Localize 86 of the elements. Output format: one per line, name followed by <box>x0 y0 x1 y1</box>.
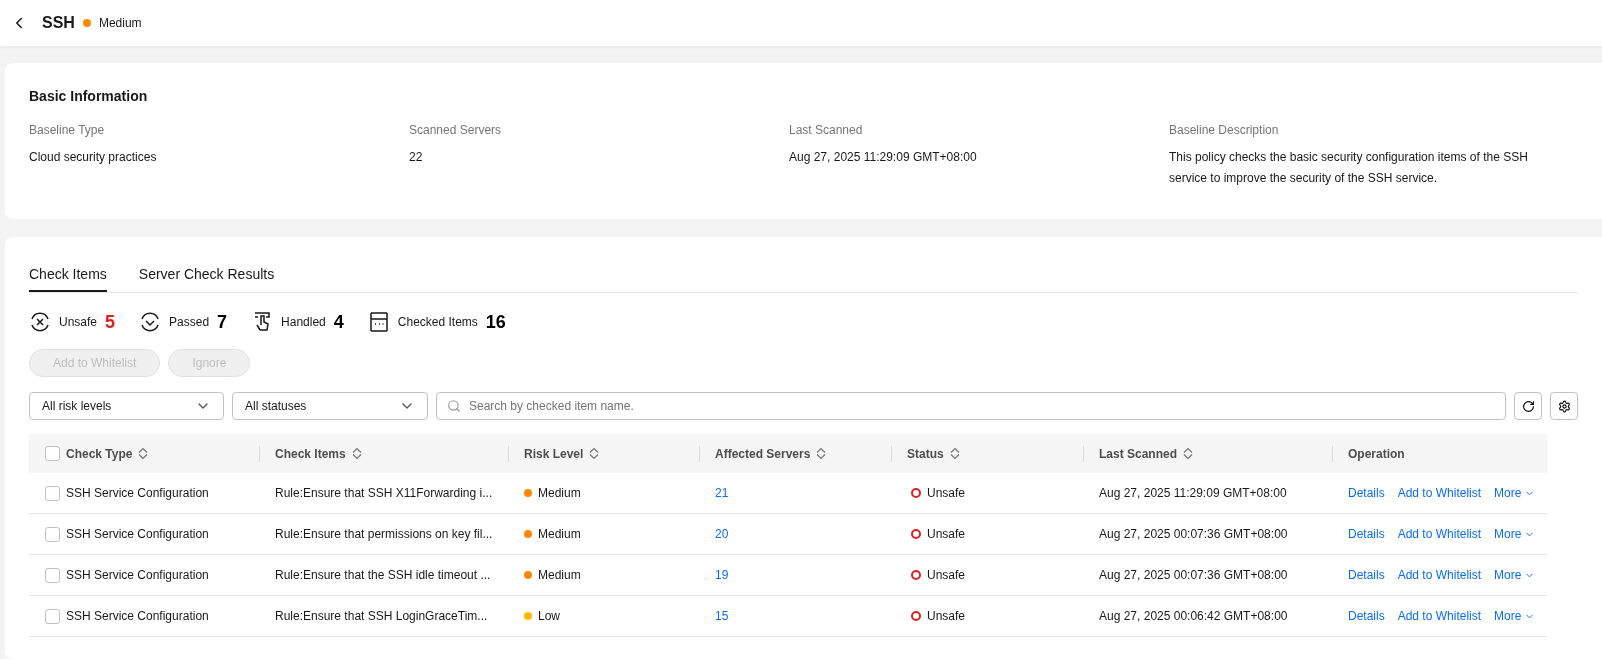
operation-link[interactable]: More <box>1494 609 1536 623</box>
operation-link[interactable]: Add to Whitelist <box>1397 486 1482 500</box>
affected-servers-link[interactable]: 21 <box>715 486 729 500</box>
stat-count: 5 <box>105 311 116 333</box>
operation-link[interactable]: More <box>1494 568 1536 582</box>
field-label: Baseline Description <box>1169 123 1280 137</box>
check-type: SSH Service Configuration <box>66 609 209 623</box>
sort-icon[interactable] <box>138 447 149 460</box>
column-title: Status <box>907 446 944 461</box>
stat-label: Handled <box>281 315 326 329</box>
list-frame-icon <box>367 311 390 333</box>
settings-button[interactable] <box>1550 392 1578 420</box>
affected-servers-link[interactable]: 19 <box>715 568 729 582</box>
operation-link[interactable]: More <box>1494 486 1536 500</box>
sort-icon[interactable] <box>949 447 960 460</box>
field-value: 22 <box>409 149 424 166</box>
circle-x-icon <box>29 311 51 333</box>
field-label: Baseline Type <box>29 123 106 137</box>
tab[interactable]: Check Items <box>29 266 107 292</box>
status-label: Unsafe <box>927 527 966 541</box>
table-cell: Aug 27, 2025 11:29:09 GMT+08:00 <box>1083 473 1332 514</box>
field-value: Cloud security practices <box>29 149 158 166</box>
sort-icon[interactable] <box>351 447 362 460</box>
row-checkbox[interactable] <box>45 567 60 583</box>
operation-link[interactable]: Add to Whitelist <box>1397 527 1482 541</box>
status-label: Unsafe <box>927 609 966 623</box>
settings-icon <box>1557 399 1571 413</box>
field-label: Last Scanned <box>789 123 864 137</box>
check-type: SSH Service Configuration <box>66 527 209 541</box>
table-cell: Rule:Ensure that SSH X11Forwarding i... <box>259 473 508 514</box>
risk-label: Medium <box>538 486 581 500</box>
operation-link[interactable]: Add to Whitelist <box>1397 568 1482 582</box>
field-value: Aug 27, 2025 11:29:09 GMT+08:00 <box>789 149 978 166</box>
column-title: Affected Servers <box>715 446 811 461</box>
field-label: Scanned Servers <box>409 123 503 137</box>
table-cell: Aug 27, 2025 00:06:42 GMT+08:00 <box>1083 596 1332 637</box>
page-title: SSH <box>42 14 75 32</box>
search-field[interactable]: Search by checked item name. <box>436 392 1506 420</box>
stat-count: 16 <box>485 311 506 333</box>
filter-select[interactable]: All risk levels <box>29 392 224 420</box>
affected-servers-link[interactable]: 15 <box>715 609 729 623</box>
affected-servers-link[interactable]: 20 <box>715 527 729 541</box>
stat-count: 7 <box>217 311 228 333</box>
table-cell: Aug 27, 2025 00:07:36 GMT+08:00 <box>1083 514 1332 555</box>
column-title: Risk Level <box>524 446 584 461</box>
sort-icon[interactable] <box>816 447 827 460</box>
row-checkbox[interactable] <box>45 608 60 624</box>
table-cell: Aug 27, 2025 00:07:36 GMT+08:00 <box>1083 555 1332 596</box>
risk-label: Medium <box>538 527 581 541</box>
sort-icon[interactable] <box>1183 447 1194 460</box>
operation-link[interactable]: Details <box>1348 568 1385 582</box>
operation-link[interactable]: Details <box>1348 486 1385 500</box>
tab[interactable]: Server Check Results <box>138 266 275 292</box>
column-title: Last Scanned <box>1099 446 1178 461</box>
check-type: SSH Service Configuration <box>66 568 209 582</box>
operation-link[interactable]: Add to Whitelist <box>1397 609 1482 623</box>
select-all-checkbox[interactable] <box>45 446 60 461</box>
stat-count: 4 <box>333 311 344 333</box>
status-label: Unsafe <box>927 486 966 500</box>
stat-label: Unsafe <box>59 315 98 329</box>
operation-link[interactable]: Details <box>1348 527 1385 541</box>
stat-label: Checked Items <box>397 315 478 329</box>
table-cell: Rule:Ensure that the SSH idle timeout ... <box>259 555 508 596</box>
check-type: SSH Service Configuration <box>66 486 209 500</box>
circle-check-icon <box>139 311 162 333</box>
column-title: Check Items <box>275 446 346 461</box>
stat-label: Passed <box>169 315 210 329</box>
sort-icon[interactable] <box>589 447 600 460</box>
refresh-icon <box>1521 399 1535 413</box>
table-cell: Rule:Ensure that SSH LoginGraceTim... <box>259 596 508 637</box>
refresh-button[interactable] <box>1514 392 1542 420</box>
operation-link[interactable]: More <box>1494 527 1536 541</box>
column-title: Check Type <box>66 446 133 461</box>
filter-select[interactable]: All statuses <box>232 392 428 420</box>
operation-link[interactable]: Details <box>1348 609 1385 623</box>
risk-label: Low <box>538 609 560 623</box>
status-label: Unsafe <box>927 568 966 582</box>
risk-label: Medium <box>98 16 142 30</box>
row-checkbox[interactable] <box>45 485 60 501</box>
column-title: Operation <box>1348 446 1405 461</box>
table-cell: Rule:Ensure that permissions on key fil... <box>259 514 508 555</box>
row-checkbox[interactable] <box>45 526 60 542</box>
field-value: This policy checks the basic security configuration items of the SSH service to improve the security of the SSH service. <box>1169 149 1529 187</box>
search-icon <box>447 399 461 413</box>
section-title: Basic Information <box>29 88 149 104</box>
risk-label: Medium <box>538 568 581 582</box>
